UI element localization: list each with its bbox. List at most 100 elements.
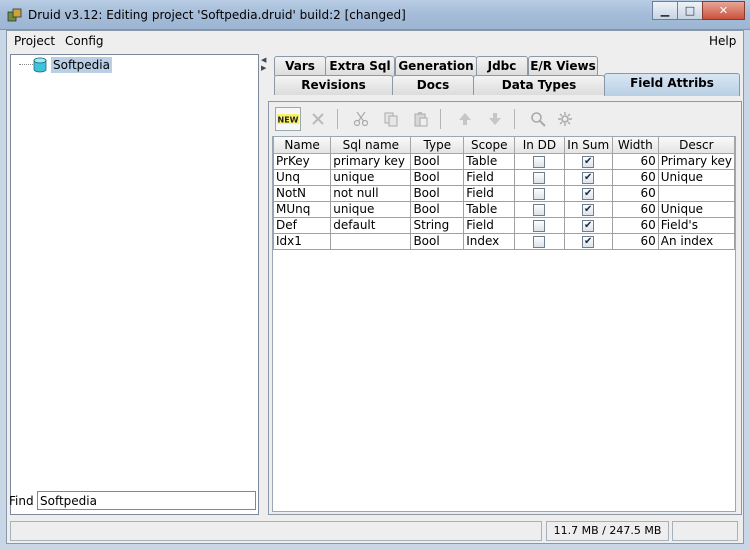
cell-scope[interactable]: Table (463, 152, 516, 170)
cell-in-dd[interactable] (514, 216, 565, 234)
column-header-descr[interactable]: Descr (657, 137, 735, 154)
cell-in-dd[interactable] (514, 232, 565, 250)
table-row[interactable]: Unq unique Bool Field ✔ 60 Unique (273, 168, 735, 186)
tab-data-types[interactable]: Data Types (473, 75, 605, 95)
cell-in-sum[interactable]: ✔ (563, 168, 613, 186)
cell-width[interactable]: 60 (611, 184, 659, 202)
in-dd-checkbox[interactable] (533, 155, 546, 168)
cell-name[interactable]: Def (273, 216, 332, 234)
new-button[interactable]: NEW (275, 107, 301, 131)
cell-type[interactable]: Bool (410, 168, 465, 186)
delete-button[interactable] (305, 107, 331, 131)
table-row[interactable]: PrKey primary key Bool Table ✔ 60 Primary key (273, 152, 735, 170)
tab-vars[interactable]: Vars (274, 56, 326, 76)
cell-scope[interactable]: Field (463, 184, 516, 202)
cell-name[interactable]: PrKey (273, 152, 332, 170)
in-dd-checkbox[interactable] (533, 235, 546, 248)
close-button[interactable]: ✕ (702, 1, 745, 20)
cell-in-sum[interactable]: ✔ (563, 216, 613, 234)
cell-width[interactable]: 60 (611, 200, 659, 218)
cell-in-sum[interactable]: ✔ (563, 232, 613, 250)
table-row[interactable]: MUnq unique Bool Table ✔ 60 Unique (273, 200, 735, 218)
cell-in-sum[interactable]: ✔ (563, 152, 613, 170)
cell-name[interactable]: Unq (273, 168, 332, 186)
cell-scope[interactable]: Table (463, 200, 516, 218)
cell-sql-name[interactable]: unique (330, 200, 412, 218)
move-up-button[interactable] (452, 107, 478, 131)
cell-descr[interactable]: Unique (657, 168, 735, 186)
in-dd-checkbox[interactable] (533, 203, 546, 216)
cell-in-dd[interactable] (514, 152, 565, 170)
cell-descr[interactable]: Unique (657, 200, 735, 218)
cell-in-dd[interactable] (514, 168, 565, 186)
cell-width[interactable]: 60 (611, 168, 659, 186)
in-dd-checkbox[interactable] (533, 187, 546, 200)
find-input[interactable] (37, 491, 256, 510)
cut-button[interactable] (348, 107, 374, 131)
project-tree-panel[interactable]: Softpedia (10, 54, 259, 515)
tree-node-softpedia[interactable]: Softpedia (51, 57, 112, 73)
cell-in-sum[interactable]: ✔ (563, 200, 613, 218)
column-header-width[interactable]: Width (611, 137, 659, 154)
cell-name[interactable]: Idx1 (273, 232, 332, 250)
move-down-button[interactable] (482, 107, 508, 131)
menu-help[interactable]: Help (709, 34, 736, 48)
cell-scope[interactable]: Field (463, 216, 516, 234)
cell-scope[interactable]: Index (463, 232, 516, 250)
cell-width[interactable]: 60 (611, 216, 659, 234)
cell-descr[interactable]: An index (657, 232, 735, 250)
cell-type[interactable]: Bool (410, 152, 465, 170)
tab-extra-sql[interactable]: Extra Sql (325, 56, 395, 76)
cell-descr[interactable]: Field's (657, 216, 735, 234)
column-header-name[interactable]: Name (273, 137, 332, 154)
copy-button[interactable] (378, 107, 404, 131)
cell-in-sum[interactable]: ✔ (563, 184, 613, 202)
column-header-scope[interactable]: Scope (463, 137, 516, 154)
in-sum-checkbox[interactable]: ✔ (582, 187, 595, 200)
maximize-button[interactable]: □ (677, 1, 703, 20)
tab-docs[interactable]: Docs (392, 75, 474, 95)
in-sum-checkbox[interactable]: ✔ (582, 171, 595, 184)
tab-er-views[interactable]: E/R Views (528, 56, 598, 76)
cell-in-dd[interactable] (514, 200, 565, 218)
tab-generation[interactable]: Generation (395, 56, 477, 76)
cell-descr[interactable] (657, 184, 735, 202)
cell-sql-name[interactable]: default (330, 216, 412, 234)
column-header-in-dd[interactable]: In DD (514, 137, 565, 154)
menu-project[interactable]: Project (14, 34, 55, 48)
in-sum-checkbox[interactable]: ✔ (582, 203, 595, 216)
in-dd-checkbox[interactable] (533, 171, 546, 184)
table-row[interactable]: NotN not null Bool Field ✔ 60 (273, 184, 735, 202)
cell-type[interactable]: Bool (410, 232, 465, 250)
cell-sql-name[interactable]: unique (330, 168, 412, 186)
paste-button[interactable] (408, 107, 434, 131)
collapse-left-icon[interactable]: ◀ (261, 57, 266, 64)
cell-descr[interactable]: Primary key (657, 152, 735, 170)
druid-app-icon[interactable] (7, 7, 23, 23)
minimize-button[interactable]: ▁ (652, 1, 678, 20)
in-dd-checkbox[interactable] (533, 219, 546, 232)
cell-in-dd[interactable] (514, 184, 565, 202)
panel-splitter[interactable]: ◀ ▶ (260, 54, 268, 515)
cell-name[interactable]: NotN (273, 184, 332, 202)
column-header-sql-name[interactable]: Sql name (330, 137, 412, 154)
column-header-type[interactable]: Type (410, 137, 465, 154)
cell-type[interactable]: Bool (410, 200, 465, 218)
menu-config[interactable]: Config (65, 34, 104, 48)
cell-sql-name[interactable] (330, 232, 412, 250)
cell-sql-name[interactable]: primary key (330, 152, 412, 170)
in-sum-checkbox[interactable]: ✔ (582, 155, 595, 168)
collapse-right-icon[interactable]: ▶ (261, 65, 266, 72)
cell-sql-name[interactable]: not null (330, 184, 412, 202)
field-attribs-table[interactable]: Name Sql name Type Scope In DD In Sum Wi… (272, 136, 736, 512)
cell-type[interactable]: String (410, 216, 465, 234)
settings-button[interactable] (552, 107, 578, 131)
table-row[interactable]: Idx1 Bool Index ✔ 60 An index (273, 232, 735, 250)
zoom-button[interactable] (525, 107, 551, 131)
cell-type[interactable]: Bool (410, 184, 465, 202)
in-sum-checkbox[interactable]: ✔ (582, 235, 595, 248)
column-header-in-sum[interactable]: In Sum (563, 137, 613, 154)
cell-scope[interactable]: Field (463, 168, 516, 186)
cell-width[interactable]: 60 (611, 152, 659, 170)
in-sum-checkbox[interactable]: ✔ (582, 219, 595, 232)
